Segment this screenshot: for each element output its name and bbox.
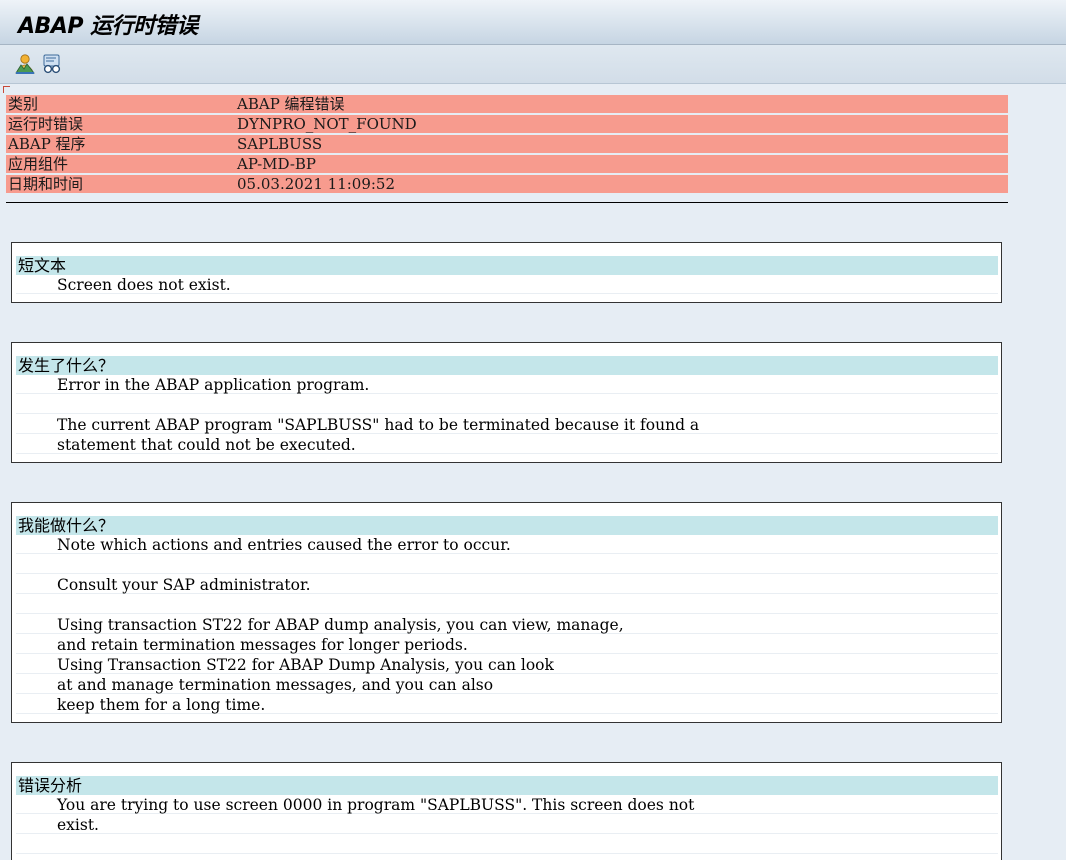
section-line: statement that could not be executed. (16, 435, 998, 454)
section-title: 短文本 (16, 256, 998, 275)
section-line (16, 555, 998, 574)
section-title: 错误分析 (16, 776, 998, 795)
section-line: keep them for a long time. (16, 695, 998, 714)
title-bar: ABAP 运行时错误 (0, 0, 1066, 45)
header-value: 05.03.2021 11:09:52 (237, 175, 396, 193)
section-line: Note which actions and entries caused th… (16, 535, 998, 554)
section-line: at and manage termination messages, and … (16, 675, 998, 694)
section-line: You are trying to use screen 0000 in pro… (16, 795, 998, 814)
section-line: Screen does not exist. (16, 275, 998, 294)
application-toolbar (0, 45, 1066, 84)
header-row-program: ABAP 程序 SAPLBUSS (6, 135, 1008, 153)
section-line: Consult your SAP administrator. (16, 575, 998, 594)
section-line (16, 395, 998, 414)
focus-corner-mark (3, 86, 10, 93)
section-line: Using Transaction ST22 for ABAP Dump Ana… (16, 655, 998, 674)
header-key: 日期和时间 (8, 175, 84, 193)
section-title: 我能做什么？ (16, 516, 998, 535)
header-key: 类别 (8, 95, 39, 113)
user-tree-icon[interactable] (14, 53, 36, 75)
section-line: and retain termination messages for long… (16, 635, 998, 654)
header-row-category: 类别 ABAP 编程错误 (6, 95, 1008, 113)
header-divider (6, 202, 1008, 203)
header-key: 运行时错误 (8, 115, 84, 133)
header-key: 应用组件 (8, 155, 69, 173)
section-title: 发生了什么？ (16, 356, 998, 375)
section-line: Using transaction ST22 for ABAP dump ana… (16, 615, 998, 634)
section-line (16, 835, 998, 854)
section-short-text: 短文本 Screen does not exist. (11, 242, 1002, 303)
error-header-table: 类别 ABAP 编程错误 运行时错误 DYNPRO_NOT_FOUND ABAP… (6, 95, 1008, 195)
header-value: AP-MD-BP (237, 155, 317, 173)
header-value: DYNPRO_NOT_FOUND (237, 115, 417, 133)
glasses-display-icon[interactable] (41, 53, 63, 75)
header-row-runtime-error: 运行时错误 DYNPRO_NOT_FOUND (6, 115, 1008, 133)
header-value: ABAP 编程错误 (237, 95, 345, 113)
window-title: ABAP 运行时错误 (18, 14, 198, 39)
section-line: Error in the ABAP application program. (16, 375, 998, 394)
section-what-happened: 发生了什么？ Error in the ABAP application pro… (11, 342, 1002, 463)
section-what-can-i-do: 我能做什么？ Note which actions and entries ca… (11, 502, 1002, 723)
section-line: The current ABAP program "SAPLBUSS" had … (16, 415, 998, 434)
header-key: ABAP 程序 (8, 135, 86, 153)
section-line: exist. (16, 815, 998, 834)
section-error-analysis: 错误分析 You are trying to use screen 0000 i… (11, 762, 1002, 860)
header-row-component: 应用组件 AP-MD-BP (6, 155, 1008, 173)
header-value: SAPLBUSS (237, 135, 323, 153)
section-line (16, 595, 998, 614)
header-row-datetime: 日期和时间 05.03.2021 11:09:52 (6, 175, 1008, 193)
